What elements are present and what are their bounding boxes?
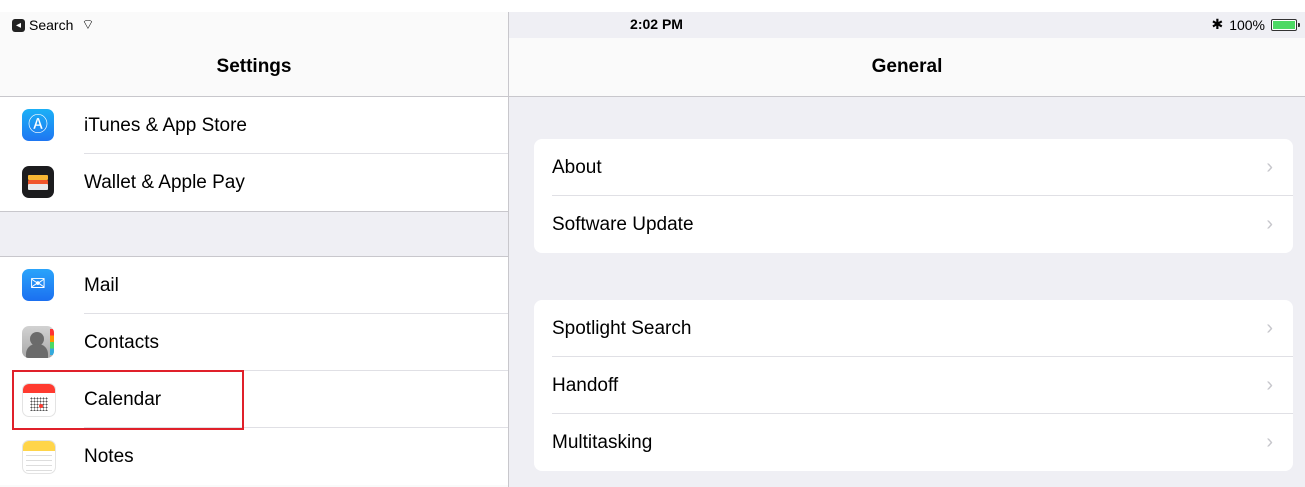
battery-percent: 100% xyxy=(1229,16,1265,33)
bluetooth-icon: ✱ xyxy=(1211,16,1224,32)
settings-item-wallet-apple-pay[interactable]: Wallet & Apple Pay xyxy=(0,154,508,211)
contacts-icon xyxy=(22,326,54,358)
settings-item-contacts[interactable]: Contacts xyxy=(0,314,508,371)
general-item-label: Software Update xyxy=(552,213,694,235)
chevron-right-icon: › xyxy=(1266,317,1273,339)
general-item-label: About xyxy=(552,156,602,178)
settings-item-label: Notes xyxy=(84,445,134,467)
battery-icon xyxy=(1271,18,1300,31)
settings-item-notes[interactable]: Notes xyxy=(0,428,508,485)
settings-item-label: iTunes & App Store xyxy=(84,114,248,136)
status-time-text: 2:02 PM xyxy=(630,16,683,32)
mail-icon: ✉ xyxy=(22,269,54,301)
general-item-handoff[interactable]: Handoff › xyxy=(534,357,1293,414)
general-item-label: Spotlight Search xyxy=(552,317,692,339)
settings-title: Settings xyxy=(0,38,508,97)
general-item-software-update[interactable]: Software Update › xyxy=(534,196,1293,253)
wallet-icon xyxy=(22,166,54,198)
calendar-highlight-box xyxy=(12,370,244,430)
chevron-right-icon: › xyxy=(1266,156,1273,178)
settings-group-1: Ⓐ iTunes & App Store Wallet & Apple Pay xyxy=(0,97,508,211)
settings-item-itunes-app-store[interactable]: Ⓐ iTunes & App Store xyxy=(0,97,508,154)
general-item-label: Handoff xyxy=(552,374,619,396)
general-item-spotlight-search[interactable]: Spotlight Search › xyxy=(534,300,1293,357)
settings-item-label: Contacts xyxy=(84,331,159,353)
general-group-2: Spotlight Search › Handoff › Multitaskin… xyxy=(534,300,1293,471)
settings-group-spacer xyxy=(0,211,508,257)
general-title: General xyxy=(509,38,1305,97)
settings-item-label: Wallet & Apple Pay xyxy=(84,171,245,193)
status-time: 2:02 PM xyxy=(0,16,1305,32)
notes-icon xyxy=(22,440,56,474)
status-bar: ◂ Search ⌔ 2:02 PM ✱ 100% xyxy=(0,12,1305,38)
general-item-multitasking[interactable]: Multitasking › xyxy=(534,414,1293,471)
general-group-1: About › Software Update › xyxy=(534,139,1293,253)
chevron-right-icon: › xyxy=(1266,431,1273,453)
settings-item-label: Mail xyxy=(84,274,119,296)
general-item-about[interactable]: About › xyxy=(534,139,1293,196)
chevron-right-icon: › xyxy=(1266,213,1273,235)
status-right: ✱ 100% xyxy=(1211,16,1300,33)
chevron-right-icon: › xyxy=(1266,374,1273,396)
app-store-icon: Ⓐ xyxy=(22,109,54,141)
settings-item-mail[interactable]: ✉ Mail xyxy=(0,257,508,314)
general-item-label: Multitasking xyxy=(552,431,653,453)
